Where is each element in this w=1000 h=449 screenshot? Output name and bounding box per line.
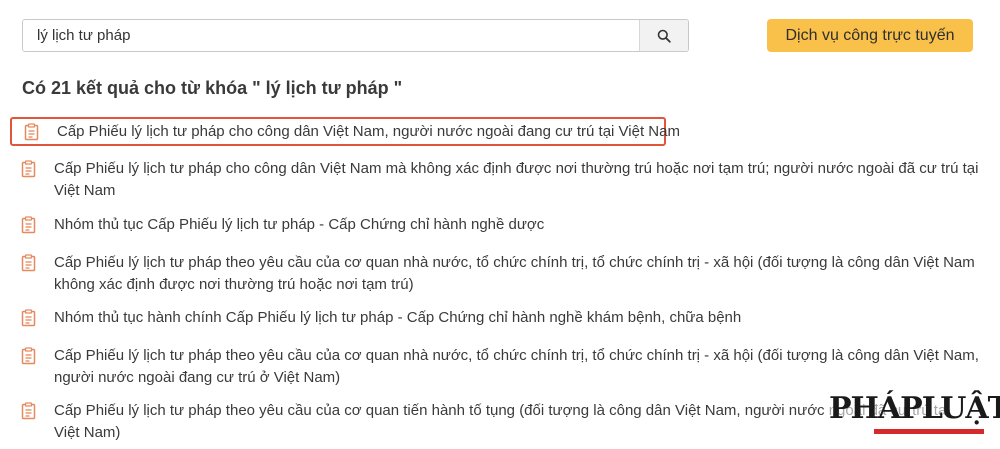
search-input[interactable] bbox=[23, 20, 639, 51]
result-item[interactable]: Cấp Phiếu lý lịch tư pháp theo yêu cầu c… bbox=[10, 345, 985, 389]
search-box bbox=[22, 19, 689, 52]
watermark-logo: PHÁPLUẬT bbox=[826, 392, 1000, 440]
result-title[interactable]: Cấp Phiếu lý lịch tư pháp cho công dân V… bbox=[54, 158, 979, 202]
document-icon bbox=[21, 254, 36, 272]
search-icon bbox=[657, 29, 671, 43]
document-icon bbox=[21, 347, 36, 365]
document-icon bbox=[21, 216, 36, 234]
result-title[interactable]: Cấp Phiếu lý lịch tư pháp cho công dân V… bbox=[57, 122, 680, 142]
result-title[interactable]: Cấp Phiếu lý lịch tư pháp theo yêu cầu c… bbox=[54, 252, 979, 296]
document-icon bbox=[24, 122, 39, 140]
watermark-bar bbox=[874, 429, 984, 434]
search-button[interactable] bbox=[639, 20, 688, 51]
online-public-services-button[interactable]: Dịch vụ công trực tuyến bbox=[767, 19, 973, 52]
search-results-page: Dịch vụ công trực tuyến Có 21 kết quả ch… bbox=[0, 0, 1000, 449]
result-item[interactable]: Cấp Phiếu lý lịch tư pháp theo yêu cầu c… bbox=[10, 252, 985, 296]
result-title[interactable]: Nhóm thủ tục hành chính Cấp Phiếu lý lịc… bbox=[54, 307, 979, 329]
watermark-text: PHÁPLUẬT bbox=[826, 392, 1000, 426]
result-item[interactable]: Nhóm thủ tục Cấp Phiếu lý lịch tư pháp -… bbox=[10, 214, 985, 236]
results-heading: Có 21 kết quả cho từ khóa " lý lịch tư p… bbox=[22, 78, 403, 98]
result-title[interactable]: Cấp Phiếu lý lịch tư pháp theo yêu cầu c… bbox=[54, 345, 979, 389]
result-item[interactable]: Cấp Phiếu lý lịch tư pháp cho công dân V… bbox=[10, 158, 985, 202]
result-item[interactable]: Cấp Phiếu lý lịch tư pháp cho công dân V… bbox=[10, 117, 680, 146]
document-icon bbox=[21, 402, 36, 420]
result-title[interactable]: Nhóm thủ tục Cấp Phiếu lý lịch tư pháp -… bbox=[54, 214, 979, 236]
document-icon bbox=[21, 160, 36, 178]
result-item[interactable]: Nhóm thủ tục hành chính Cấp Phiếu lý lịc… bbox=[10, 307, 985, 329]
document-icon bbox=[21, 309, 36, 327]
